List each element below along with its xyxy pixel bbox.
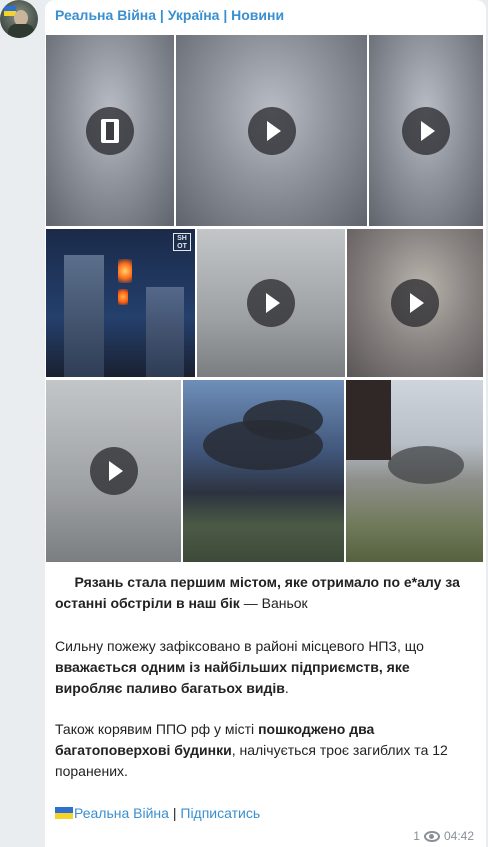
message-paragraph-2: Сильну пожежу зафіксовано в районі місце… — [55, 638, 424, 696]
views-count: 1 — [413, 829, 420, 843]
media-photo-smoke-distance[interactable] — [346, 380, 483, 562]
ukraine-flag-icon — [55, 807, 73, 819]
media-video-4[interactable] — [197, 229, 345, 377]
text-author: — Ваньок — [239, 595, 308, 611]
message-bubble: Реальна Війна | Україна | Новини SH OT Р… — [45, 0, 486, 847]
media-photo-burning-towers[interactable]: SH OT — [46, 229, 195, 377]
message-time: 04:42 — [443, 829, 474, 843]
channel-title[interactable]: Реальна Війна | Україна | Новини — [55, 7, 284, 23]
media-video-3[interactable] — [369, 35, 483, 226]
channel-avatar[interactable] — [0, 0, 38, 38]
shot-logo: SH OT — [173, 233, 191, 251]
footer-link-channel[interactable]: Реальна Війна — [74, 805, 169, 821]
message-meta: 1 04:42 — [413, 829, 474, 843]
play-icon — [247, 279, 295, 327]
media-video-2[interactable] — [176, 35, 367, 226]
play-icon — [402, 106, 450, 155]
footer-link-subscribe[interactable]: Підписатись — [180, 805, 260, 821]
fire-icon — [118, 259, 132, 283]
media-video-5[interactable] — [347, 229, 483, 377]
film-icon — [86, 106, 134, 155]
message-paragraph-3: Також корявим ППО рф у місті пошкоджено … — [55, 721, 448, 779]
message-text: Рязань стала першим містом, яке отримало… — [55, 572, 475, 614]
play-icon — [247, 106, 296, 155]
media-photo-smoke-city[interactable] — [183, 380, 344, 562]
media-video-1[interactable] — [46, 35, 174, 226]
message-footer: Реальна Війна | Підписатись — [55, 803, 475, 824]
play-icon — [391, 279, 439, 327]
play-icon — [89, 447, 138, 495]
eye-icon — [423, 831, 440, 843]
media-video-6[interactable] — [46, 380, 181, 562]
